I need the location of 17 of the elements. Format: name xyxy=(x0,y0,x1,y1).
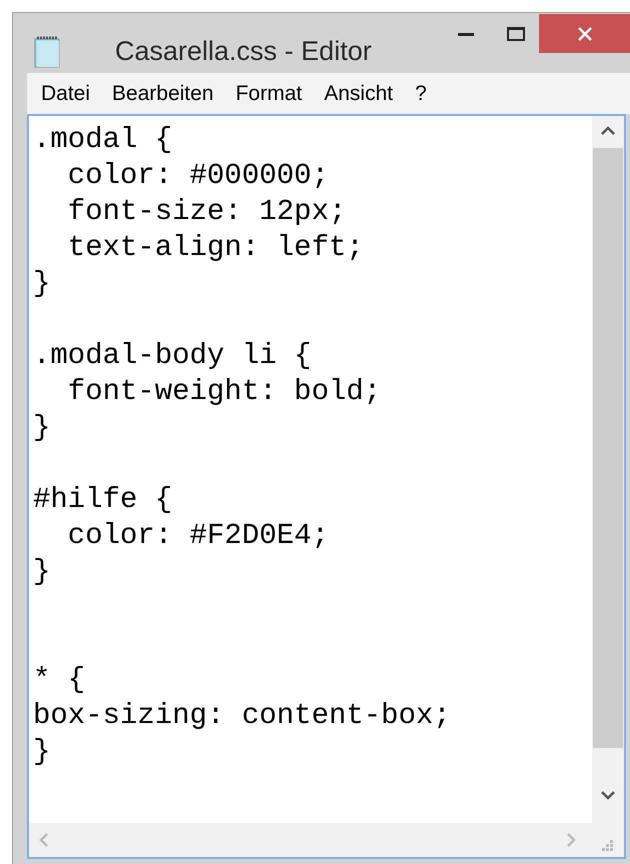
scroll-left-icon[interactable] xyxy=(39,833,49,847)
scroll-up-icon[interactable] xyxy=(601,126,615,136)
window-title: Casarella.css - Editor xyxy=(115,35,372,67)
menu-item[interactable]: Ansicht xyxy=(324,78,393,110)
menu-item[interactable]: ? xyxy=(415,78,427,110)
scroll-down-icon[interactable] xyxy=(601,790,615,800)
menu-item[interactable]: Datei xyxy=(41,78,90,110)
scrollbar-thumb[interactable] xyxy=(593,148,623,748)
scroll-right-icon[interactable] xyxy=(566,833,576,847)
resize-grip-icon[interactable] xyxy=(600,838,614,852)
code-text[interactable]: .modal { color: #000000; font-size: 12px; text-align: left; } .modal-body li { font-weight: bold; } #hilfe { color: #F2D0E4; } * { box-sizing: content-box; } xyxy=(29,116,592,823)
vertical-scrollbar[interactable] xyxy=(592,116,624,823)
close-button[interactable] xyxy=(539,14,630,53)
close-icon xyxy=(578,26,592,40)
horizontal-scrollbar[interactable] xyxy=(29,823,624,857)
menu-item[interactable]: Bearbeiten xyxy=(112,78,214,110)
menu-item[interactable]: Format xyxy=(236,78,302,110)
